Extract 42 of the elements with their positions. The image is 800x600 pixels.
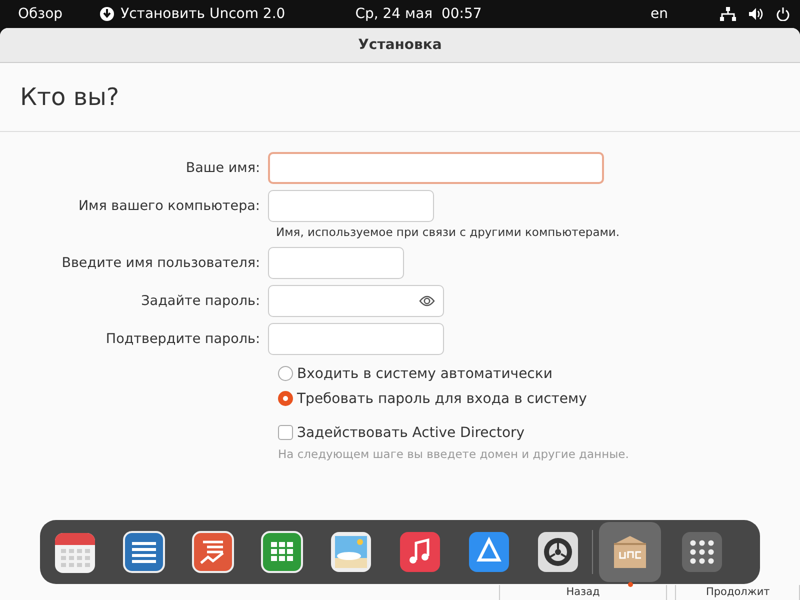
page-heading: Кто вы? xyxy=(20,83,120,111)
music-icon[interactable] xyxy=(398,530,442,574)
radio-button[interactable] xyxy=(278,391,293,406)
app-grid-icon[interactable] xyxy=(682,532,722,572)
radio-label: Требовать пароль для входа в систему xyxy=(297,390,587,406)
radio-label: Входить в систему автоматически xyxy=(297,366,552,382)
continue-button[interactable]: Продолжит xyxy=(675,585,800,600)
field-hint: Имя, используемое при связи с другими компьютерами. xyxy=(276,225,621,239)
network-icon[interactable] xyxy=(720,7,736,21)
back-button[interactable]: Назад xyxy=(499,585,667,600)
radio-button[interactable] xyxy=(278,366,293,381)
document-icon[interactable] xyxy=(122,530,166,574)
field-label: Введите имя пользователя: xyxy=(60,255,261,271)
field-label: Имя вашего компьютера: xyxy=(77,198,261,214)
checkbox[interactable] xyxy=(278,425,293,440)
field-label: Задайте пароль: xyxy=(140,293,261,309)
image-icon[interactable] xyxy=(328,530,372,574)
running-indicator xyxy=(628,582,633,587)
presentation-icon[interactable] xyxy=(190,530,234,574)
keyboard-layout[interactable]: en xyxy=(650,6,668,22)
note-text: На следующем шаге вы введете домен и другие данные. xyxy=(278,447,630,461)
spreadsheet-icon[interactable] xyxy=(260,530,304,574)
volume-icon[interactable] xyxy=(748,7,764,21)
field-label: Ваше имя: xyxy=(184,160,261,176)
eye-icon[interactable] xyxy=(419,295,435,307)
radio-option[interactable]: Требовать пароль для входа в систему xyxy=(278,386,800,411)
checkbox-label: Задействовать Active Directory xyxy=(297,424,525,440)
input-field[interactable] xyxy=(268,285,444,317)
power-icon[interactable] xyxy=(776,7,790,21)
input-field[interactable] xyxy=(268,152,604,184)
input-field[interactable] xyxy=(268,323,444,355)
app-menu[interactable]: Установить Uncom 2.0 xyxy=(98,6,286,22)
settings-icon[interactable] xyxy=(536,530,580,574)
input-field[interactable] xyxy=(268,247,404,279)
radio-option[interactable]: Входить в систему автоматически xyxy=(278,361,800,386)
input-field[interactable] xyxy=(268,190,434,222)
activities-button[interactable]: Обзор xyxy=(18,6,63,22)
field-label: Подтвердите пароль: xyxy=(104,331,261,347)
clock[interactable]: Ср, 24 мая 00:57 xyxy=(355,6,482,22)
store-icon[interactable] xyxy=(466,530,510,574)
window-title: Установка xyxy=(358,37,442,53)
download-icon xyxy=(98,6,115,22)
